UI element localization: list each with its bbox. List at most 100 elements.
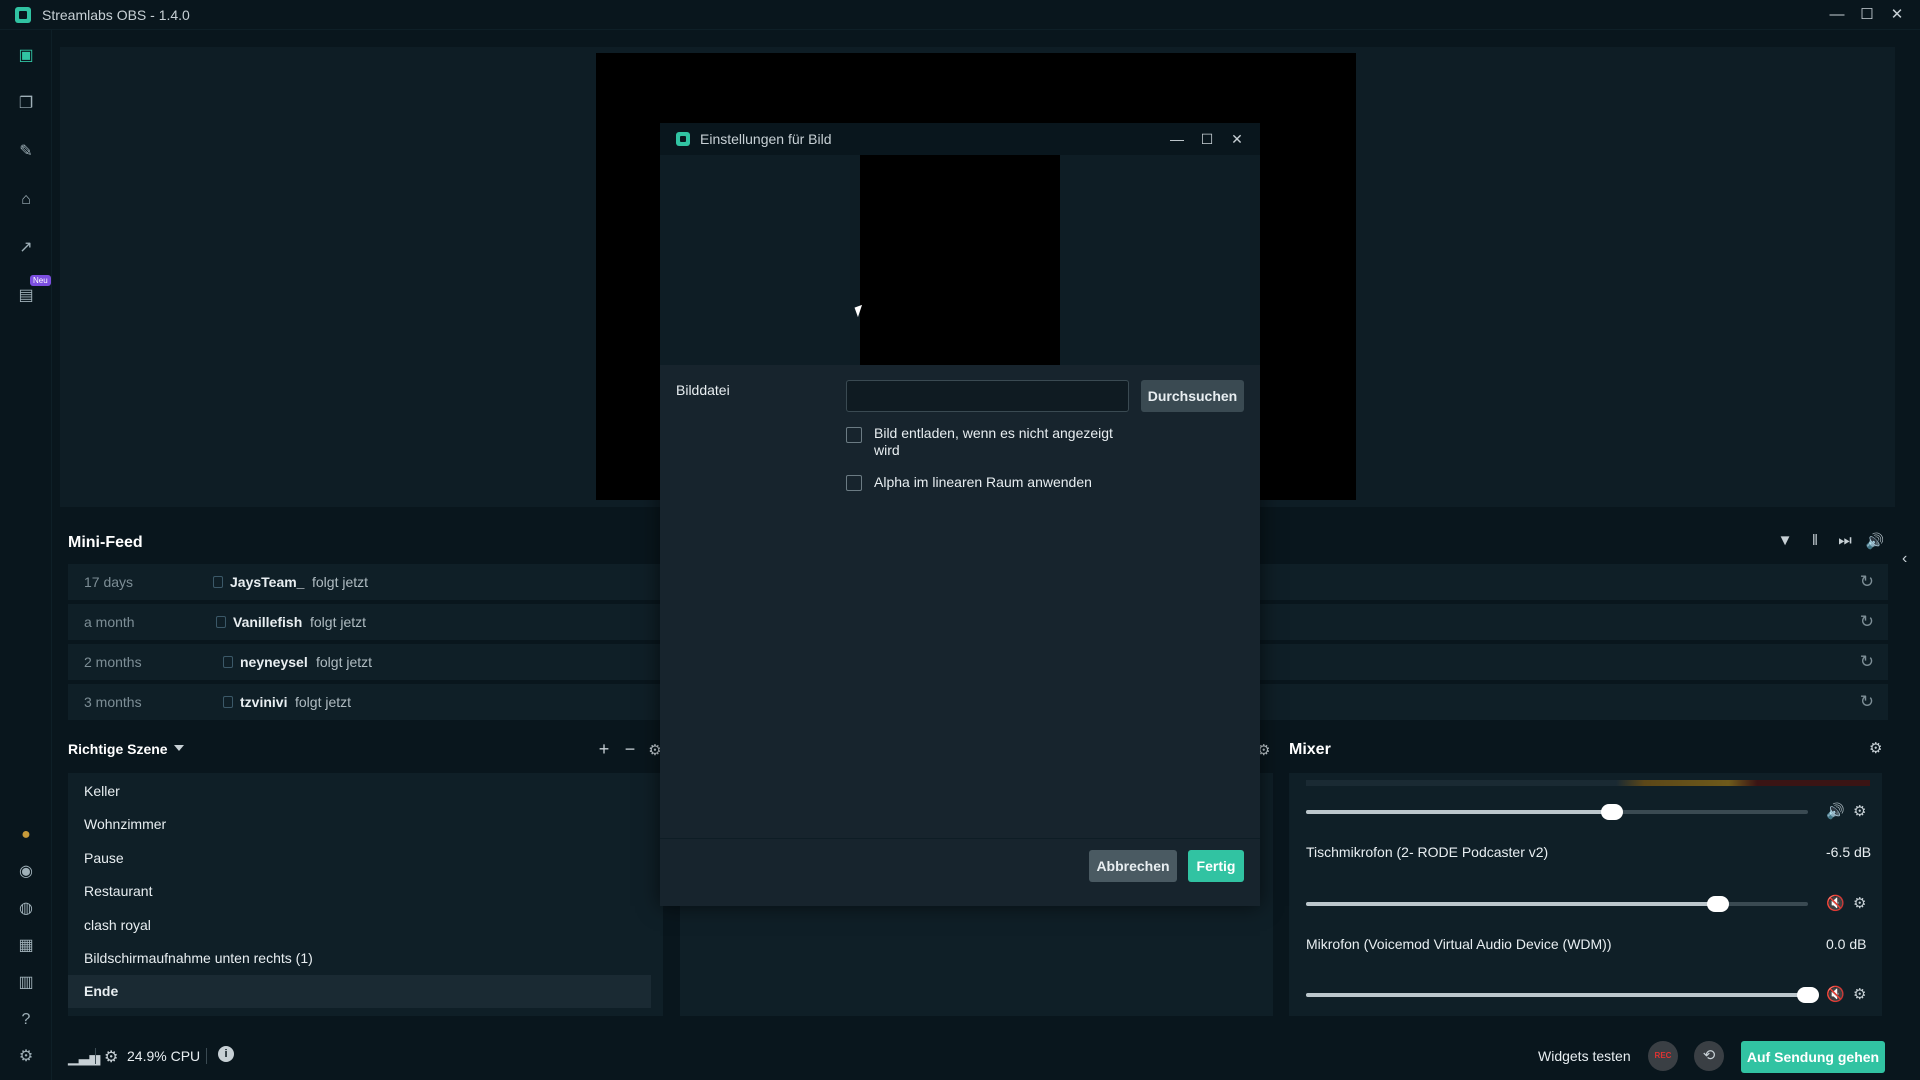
dialog-maximize-button[interactable]: ☐ <box>1195 127 1219 151</box>
unload-image-label: Bild entladen, wenn es nicht angezeigt w… <box>874 425 1113 458</box>
scene-item[interactable]: Bildschirmaufnahme unten rechts (1) <box>68 942 651 975</box>
title-bar <box>0 0 1920 30</box>
mixer-db-value: -6.5 dB <box>1826 844 1872 860</box>
app-logo-icon <box>676 132 690 146</box>
dialog-close-button[interactable]: ✕ <box>1225 127 1249 151</box>
unload-image-checkbox[interactable] <box>846 427 862 443</box>
editor-tools-icon[interactable]: ✎ <box>16 142 36 162</box>
alpha-linear-checkbox[interactable] <box>846 475 862 491</box>
volume-slider[interactable] <box>1306 804 1808 820</box>
mixer-source-name: Mikrofon (Voicemod Virtual Audio Device … <box>1306 936 1612 952</box>
dialog-title-bar: Einstellungen für Bild — ☐ ✕ <box>660 123 1260 155</box>
info-icon[interactable]: i <box>218 1046 234 1062</box>
volume-icon[interactable]: 🔊 <box>1865 532 1885 550</box>
scene-item[interactable]: Keller <box>68 775 651 808</box>
feed-time: a month <box>84 614 135 630</box>
source-preview <box>860 155 1060 365</box>
image-settings-dialog: Einstellungen für Bild — ☐ ✕ Bilddatei D… <box>660 123 1260 906</box>
scene-item[interactable]: clash royal <box>68 909 651 942</box>
volume-slider[interactable] <box>1306 896 1808 912</box>
scene-item[interactable]: Pause <box>68 842 651 875</box>
volume-slider-fill <box>1306 902 1718 906</box>
studio-mode-camera-icon[interactable]: ▣ <box>16 46 36 66</box>
muted-speaker-icon[interactable]: 🔇 <box>1826 985 1845 1003</box>
channel-settings-gear-icon[interactable]: ⚙ <box>1853 894 1866 912</box>
scene-item[interactable]: Restaurant <box>68 875 651 908</box>
add-scene-button[interactable]: + <box>594 739 614 760</box>
filter-icon[interactable]: ▼ <box>1775 532 1795 549</box>
feed-action: folgt jetzt <box>312 574 369 590</box>
scene-item[interactable]: Ende <box>68 975 651 1009</box>
studio-layout-icon[interactable]: ▥ <box>16 973 36 993</box>
divider <box>206 1048 207 1064</box>
channel-settings-gear-icon[interactable]: ⚙ <box>1853 985 1866 1003</box>
volume-slider-handle[interactable] <box>1797 987 1819 1003</box>
dialog-minimize-button[interactable]: — <box>1165 127 1189 151</box>
image-file-label: Bilddatei <box>676 382 730 398</box>
skip-icon[interactable]: ⏭ <box>1835 532 1855 549</box>
twitch-icon <box>223 656 233 668</box>
minimize-button[interactable]: — <box>1822 3 1852 27</box>
mixer-db-value: 0.0 dB <box>1826 936 1867 952</box>
cpu-usage: 24.9% CPU <box>127 1048 201 1064</box>
app-logo-icon <box>15 7 31 23</box>
repeat-alert-icon[interactable]: ↻ <box>1860 612 1874 632</box>
app-title: Streamlabs OBS - 1.4.0 <box>42 7 190 23</box>
dialog-body: Bilddatei Durchsuchen Bild entladen, wen… <box>660 365 1260 838</box>
feed-action: folgt jetzt <box>310 614 367 630</box>
twitch-icon <box>216 616 226 628</box>
prime-icon[interactable]: ● <box>16 825 36 845</box>
feed-user: tzvinivi <box>240 694 288 710</box>
analytics-icon[interactable]: ↗ <box>16 238 36 258</box>
channel-settings-gear-icon[interactable]: ⚙ <box>1853 802 1866 820</box>
feed-action: folgt jetzt <box>316 654 373 670</box>
cancel-button[interactable]: Abbrechen <box>1089 850 1177 882</box>
speaker-icon[interactable]: 🔊 <box>1826 802 1845 820</box>
new-badge: Neu <box>30 275 51 286</box>
image-file-input[interactable] <box>846 380 1129 412</box>
twitch-icon <box>223 696 233 708</box>
chevron-down-icon[interactable] <box>174 745 184 751</box>
divider <box>95 1048 96 1064</box>
dialog-footer: Abbrechen Fertig <box>660 838 1260 906</box>
widgets-test-button[interactable]: Widgets testen <box>1538 1048 1631 1064</box>
volume-slider-handle[interactable] <box>1601 804 1624 820</box>
record-button[interactable]: REC <box>1648 1041 1678 1071</box>
scenes-list: Keller Wohnzimmer Pause Restaurant clash roy… <box>68 773 663 1016</box>
replay-buffer-icon[interactable]: ⟲ <box>1694 1041 1724 1071</box>
mixer-settings-gear-icon[interactable]: ⚙ <box>1869 739 1882 757</box>
pause-icon[interactable]: ‖ <box>1805 532 1825 549</box>
source-preview-area <box>660 155 1260 365</box>
repeat-alert-icon[interactable]: ↻ <box>1860 692 1874 712</box>
feed-time: 17 days <box>84 574 134 590</box>
volume-slider-handle[interactable] <box>1706 896 1729 912</box>
alpha-linear-label: Alpha im linearen Raum anwenden <box>874 474 1092 490</box>
feed-time: 2 months <box>84 654 142 670</box>
scene-item[interactable]: Wohnzimmer <box>68 808 651 841</box>
volume-slider-fill <box>1306 993 1808 997</box>
scenes-title[interactable]: Richtige Szene <box>68 741 168 757</box>
apps-icon[interactable]: ▤ <box>16 286 36 306</box>
chevron-left-icon[interactable]: ‹ <box>1902 550 1907 568</box>
remove-scene-button[interactable]: − <box>620 739 640 760</box>
repeat-alert-icon[interactable]: ↻ <box>1860 652 1874 672</box>
browse-button[interactable]: Durchsuchen <box>1141 380 1244 412</box>
mixer-title: Mixer <box>1289 741 1331 758</box>
volume-slider[interactable] <box>1306 987 1819 1003</box>
help-icon[interactable]: ? <box>16 1010 36 1030</box>
dialog-title: Einstellungen für Bild <box>700 131 832 147</box>
feed-action: folgt jetzt <box>295 694 352 710</box>
close-button[interactable]: ✕ <box>1882 3 1912 27</box>
layout-icon[interactable]: ▦ <box>16 936 36 956</box>
settings-gear-icon[interactable]: ⚙ <box>16 1047 36 1067</box>
done-button[interactable]: Fertig <box>1188 850 1244 882</box>
dashboard-icon[interactable]: ◉ <box>16 862 36 882</box>
muted-speaker-icon[interactable]: 🔇 <box>1826 894 1845 912</box>
chat-icon[interactable]: ◍ <box>16 899 36 919</box>
twitch-icon <box>213 576 223 588</box>
go-live-button[interactable]: Auf Sendung gehen <box>1741 1041 1885 1073</box>
repeat-alert-icon[interactable]: ↻ <box>1860 572 1874 592</box>
maximize-button[interactable]: ☐ <box>1852 3 1882 27</box>
store-icon[interactable]: ⌂ <box>16 190 36 210</box>
themes-icon[interactable]: ❐ <box>16 94 36 114</box>
